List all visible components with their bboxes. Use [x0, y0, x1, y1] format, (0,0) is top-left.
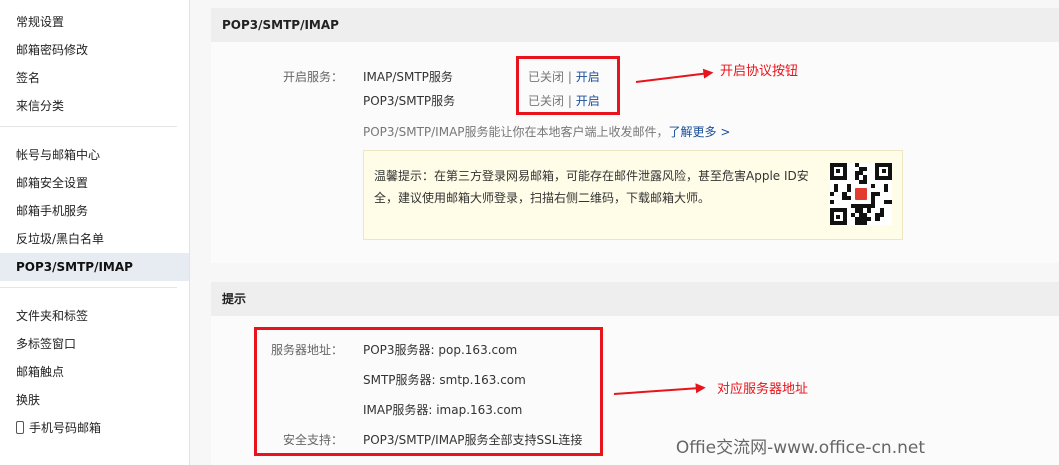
- settings-sidebar: 常规设置 邮箱密码修改 签名 来信分类 帐号与邮箱中心 邮箱安全设置 邮箱手机服…: [0, 0, 190, 465]
- learn-more-link[interactable]: 了解更多 >: [669, 125, 731, 139]
- sidebar-item-antispam[interactable]: 反垃圾/黑白名单: [0, 225, 189, 253]
- sidebar-item-multitab[interactable]: 多标签窗口: [0, 330, 189, 358]
- sidebar-item-skin[interactable]: 换肤: [0, 386, 189, 414]
- sidebar-item-security[interactable]: 邮箱安全设置: [0, 169, 189, 197]
- description-text: POP3/SMTP/IMAP服务能让你在本地客户端上收发邮件，: [363, 125, 669, 139]
- service-name: IMAP/SMTP服务: [363, 70, 453, 84]
- phone-icon: [16, 421, 24, 434]
- sidebar-item-general[interactable]: 常规设置: [0, 8, 189, 36]
- sidebar-item-pop3[interactable]: POP3/SMTP/IMAP: [0, 253, 189, 281]
- highlight-open-buttons-box: [516, 56, 620, 115]
- sidebar-item-phone-mail[interactable]: 手机号码邮箱: [0, 414, 189, 442]
- service-name: POP3/SMTP服务: [363, 94, 456, 108]
- sidebar-item-password[interactable]: 邮箱密码修改: [0, 36, 189, 64]
- sidebar-item-account-center[interactable]: 帐号与邮箱中心: [0, 141, 189, 169]
- sidebar-item-signature[interactable]: 签名: [0, 64, 189, 92]
- sidebar-item-mail-filter[interactable]: 来信分类: [0, 92, 189, 120]
- watermark: Offie交流网-www.office-cn.net: [675, 438, 925, 458]
- warning-tip-box: 温馨提示：在第三方登录网易邮箱，可能存在邮件泄露风险，甚至危害Apple ID安…: [363, 150, 903, 240]
- qr-code-icon: [830, 163, 892, 225]
- section-title: 提示: [211, 282, 1059, 316]
- sidebar-divider: [0, 126, 177, 127]
- sidebar-item-touchpoint[interactable]: 邮箱触点: [0, 358, 189, 386]
- sidebar-group-misc: 文件夹和标签 多标签窗口 邮箱触点 换肤 手机号码邮箱: [0, 294, 189, 442]
- sidebar-item-folders[interactable]: 文件夹和标签: [0, 302, 189, 330]
- sidebar-item-label: 手机号码邮箱: [29, 421, 102, 435]
- app-logo-icon: [853, 186, 869, 202]
- sidebar-item-mobile-service[interactable]: 邮箱手机服务: [0, 197, 189, 225]
- open-service-label: 开启服务：: [283, 70, 344, 84]
- sidebar-divider: [0, 287, 177, 288]
- section-title: POP3/SMTP/IMAP: [211, 8, 1059, 42]
- annotation-server-address: 对应服务器地址: [717, 382, 809, 397]
- annotation-open-protocol: 开启协议按钮: [720, 64, 799, 79]
- service-description: POP3/SMTP/IMAP服务能让你在本地客户端上收发邮件，了解更多 >: [363, 123, 730, 140]
- warning-tip-text: 温馨提示：在第三方登录网易邮箱，可能存在邮件泄露风险，甚至危害Apple ID安…: [374, 169, 809, 205]
- pop3-section: POP3/SMTP/IMAP 开启服务： IMAP/SMTP服务 已关闭 | 开…: [211, 8, 1059, 263]
- sidebar-group-account: 帐号与邮箱中心 邮箱安全设置 邮箱手机服务 反垃圾/黑白名单 POP3/SMTP…: [0, 133, 189, 281]
- sidebar-group-basic: 常规设置 邮箱密码修改 签名 来信分类: [0, 0, 189, 120]
- highlight-server-address-box: [254, 327, 603, 456]
